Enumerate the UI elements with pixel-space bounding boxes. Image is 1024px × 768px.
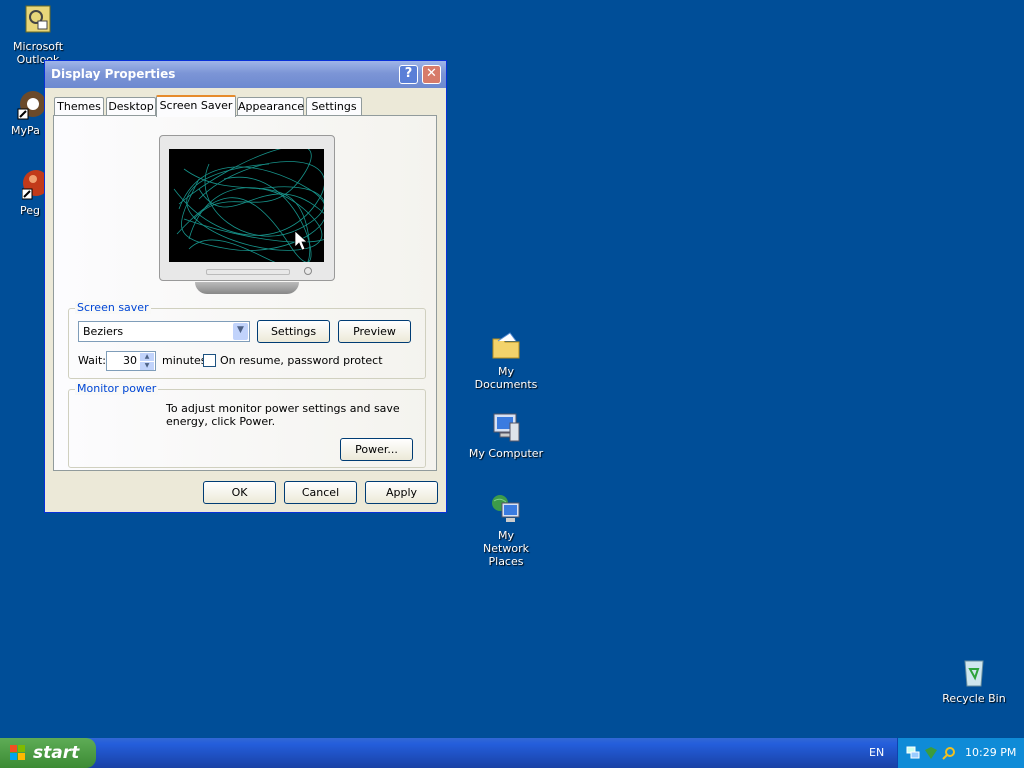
outlook-icon [22,4,54,36]
window-title: Display Properties [51,67,176,81]
help-icon: ? [404,66,413,81]
clock[interactable]: 10:29 PM [965,746,1016,759]
system-tray: 10:29 PM [897,738,1024,768]
folder-icon [490,329,522,361]
recycle-bin-icon [958,656,990,688]
help-button[interactable]: ? [399,65,418,84]
screen-saver-group: Screen saver Beziers ▼ Settings Preview … [68,301,426,379]
display-properties-window: Display Properties ? ✕ Themes Desktop Sc… [44,60,447,513]
desktop-icon-label: My Computer [468,447,544,460]
apply-button[interactable]: Apply [365,481,438,504]
monitor-preview [159,135,335,281]
close-button[interactable]: ✕ [422,65,441,84]
security-tray-icon[interactable] [924,746,938,760]
desktop-icon-my-network-places[interactable]: My Network Places [466,493,546,568]
desktop-icon-label: My Documents [474,365,538,391]
desktop-icon-label: My Network Places [483,529,529,568]
desktop-icon-recycle-bin[interactable]: Recycle Bin [934,656,1014,705]
screen-saver-panel: Screen saver Beziers ▼ Settings Preview … [53,115,437,471]
monitor-power-group-label: Monitor power [75,382,159,395]
monitor-power-group: Monitor power To adjust monitor power se… [68,382,426,468]
spin-down-icon[interactable]: ▼ [140,362,154,370]
desktop-icon-label: Recycle Bin [942,692,1006,705]
ok-button[interactable]: OK [203,481,276,504]
screen-saver-select[interactable]: Beziers ▼ [78,321,250,342]
computer-icon [490,411,522,443]
wait-stepper[interactable]: 30 ▲ ▼ [106,351,156,371]
start-label: start [33,743,80,763]
tab-desktop[interactable]: Desktop [106,97,156,116]
search-tray-icon[interactable] [942,746,956,760]
screen-saver-value: Beziers [83,325,124,338]
language-indicator[interactable]: EN [869,746,884,759]
wait-label: Wait: [78,354,106,367]
tab-screen-saver[interactable]: Screen Saver [156,95,236,117]
desktop-icon-my-documents[interactable]: My Documents [466,329,546,391]
start-button[interactable]: start [0,738,96,768]
desktop-icon-outlook[interactable]: Microsoft Outlook [0,4,78,66]
network-icon [490,493,522,525]
desktop-icon-my-computer[interactable]: My Computer [466,411,546,460]
tab-appearance[interactable]: Appearance [237,97,304,116]
taskbar: start EN 10:29 PM [0,738,1024,768]
wait-value: 30 [123,354,137,367]
monitor-stand [195,282,299,294]
power-button[interactable]: Power... [340,438,413,461]
cancel-button[interactable]: Cancel [284,481,357,504]
tab-themes[interactable]: Themes [54,97,104,116]
screen-saver-preview [169,149,324,262]
preview-button[interactable]: Preview [338,320,411,343]
screen-saver-group-label: Screen saver [75,301,151,314]
tab-settings[interactable]: Settings [306,97,362,116]
monitor-power-description: To adjust monitor power settings and sav… [166,402,400,428]
windows-flag-icon [10,745,25,760]
minutes-label: minutes [162,354,207,367]
chevron-down-icon[interactable]: ▼ [233,323,248,340]
screen-saver-settings-button[interactable]: Settings [257,320,330,343]
password-protect-checkbox[interactable] [203,354,216,367]
network-tray-icon[interactable] [906,746,920,760]
close-icon: ✕ [426,66,437,81]
spin-up-icon[interactable]: ▲ [140,353,154,361]
password-protect-label[interactable]: On resume, password protect [220,354,383,367]
title-bar[interactable]: Display Properties ? ✕ [45,61,446,88]
